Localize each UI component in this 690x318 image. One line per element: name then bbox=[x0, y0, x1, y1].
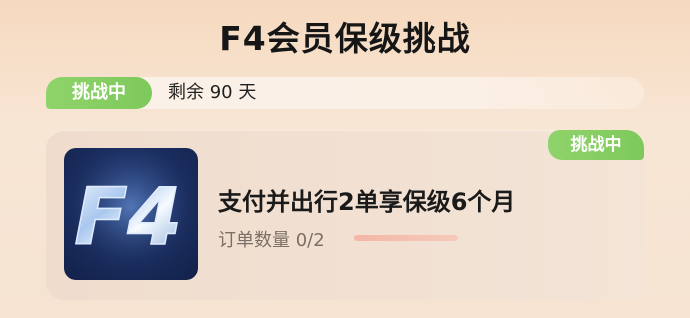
order-count-label: 订单数量 0/2 bbox=[218, 230, 325, 251]
page-title: F4会员保级挑战 bbox=[219, 19, 471, 58]
f4-logo-icon: F4 bbox=[64, 148, 198, 280]
task-title: 支付并出行2单享保级6个月 bbox=[218, 188, 516, 216]
challenge-status-bar: 挑战中 剩余 90 天 bbox=[46, 77, 644, 109]
task-status-badge: 挑战中 bbox=[548, 130, 644, 160]
challenge-status-badge: 挑战中 bbox=[46, 77, 152, 109]
days-remaining-text: 剩余 90 天 bbox=[168, 82, 257, 103]
order-progress-bar bbox=[354, 235, 458, 241]
task-card[interactable]: 挑战中 F4 支付并出行2单享保级6个月 订单数量 0/2 bbox=[46, 130, 644, 300]
page: F4会员保级挑战 挑战中 剩余 90 天 挑战中 F4 支付并出行2单享保级6个… bbox=[0, 0, 690, 318]
f4-logo-text: F4 bbox=[74, 173, 182, 263]
